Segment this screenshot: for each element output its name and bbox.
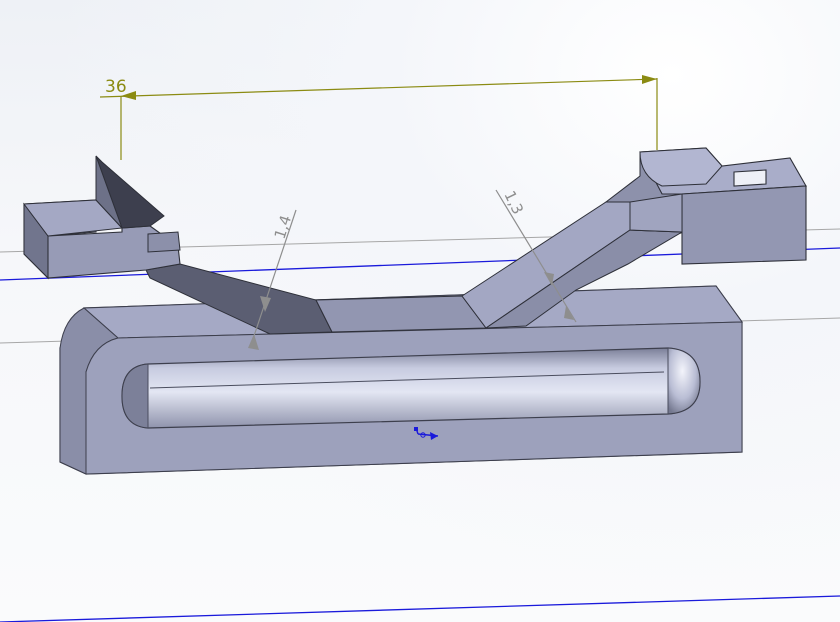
model-canvas[interactable]: 36 1,4 1,3 [0,0,840,622]
right-block-hole[interactable] [733,169,767,187]
sketch-line-lower[interactable] [0,595,840,622]
graphics-area[interactable]: 36 1,4 1,3 [0,0,840,622]
right-block-bump [639,147,723,187]
hook-notch [147,231,181,253]
dimension-36-line [99,78,658,98]
dimension-right-label[interactable]: 1,3 [500,188,527,217]
dimension-36-arrow-right [642,75,657,84]
part-body[interactable] [23,147,807,475]
spring-arm-middle[interactable] [315,295,487,333]
dimension-left-label[interactable]: 1,4 [271,213,295,241]
dimension-36-label[interactable]: 36 [105,77,127,97]
dimension-36[interactable]: 36 [99,75,658,160]
right-block-body [681,185,807,265]
